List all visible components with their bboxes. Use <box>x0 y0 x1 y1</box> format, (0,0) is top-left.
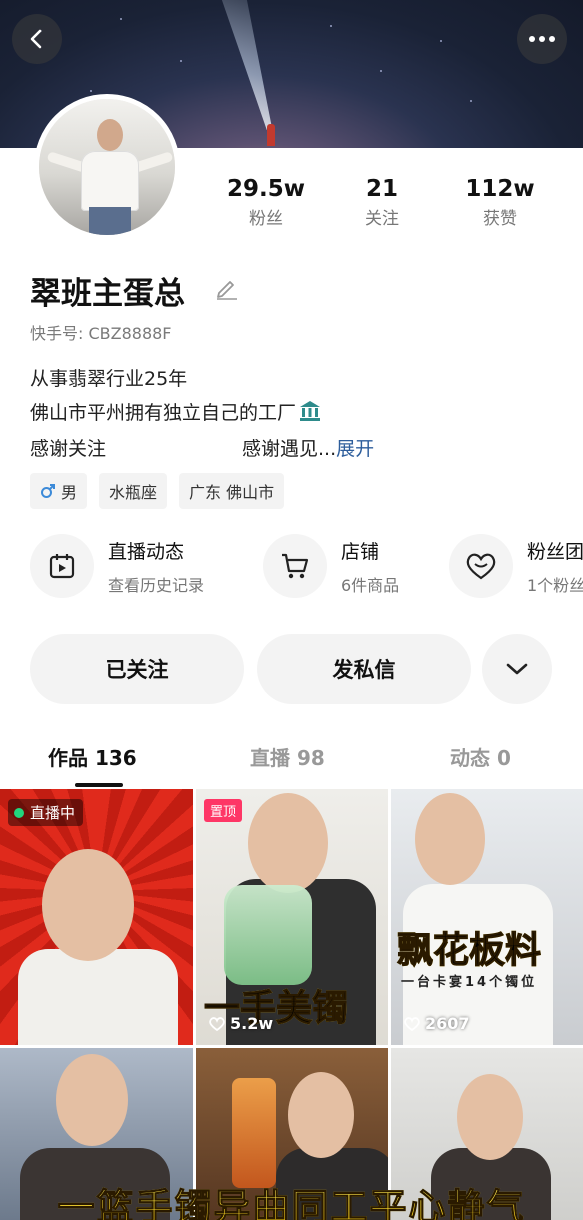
stat-label: 关注 <box>365 209 399 229</box>
bio-text: 佛山市平州拥有独立自己的工厂 <box>30 402 297 424</box>
service-title: 直播动态 <box>108 540 185 563</box>
stat-followers[interactable]: 29.5w 粉丝 <box>210 176 322 229</box>
heart-outline-icon <box>404 1016 420 1031</box>
tag-gender: 男 <box>30 473 88 509</box>
expand-link[interactable]: 展开 <box>336 438 374 460</box>
service-fan-club[interactable]: 粉丝团 1个粉丝 <box>449 534 583 598</box>
profile-name: 翠班主蛋总 <box>30 276 185 312</box>
tab-works[interactable]: 作品 136 <box>48 742 137 771</box>
tag-label: 广东 佛山市 <box>189 483 275 502</box>
stat-value: 29.5w <box>227 176 305 202</box>
chevron-left-icon <box>30 29 42 49</box>
service-subtitle: 6件商品 <box>341 575 400 595</box>
male-icon <box>41 484 55 498</box>
back-button[interactable] <box>12 14 62 64</box>
profile-tags: 男 水瓶座 广东 佛山市 <box>30 473 285 509</box>
video-grid: 直播中 置顶 一手美镯 5.2w 飘花板料 一台卡宴14个镯位 2607 <box>0 789 583 1220</box>
tag-zodiac: 水瓶座 <box>99 473 168 509</box>
tab-indicator <box>75 783 123 787</box>
live-dot-icon <box>14 807 24 818</box>
pencil-icon[interactable] <box>214 274 240 300</box>
video-card[interactable]: 飘花板料 一台卡宴14个镯位 2607 <box>391 789 583 1045</box>
message-button[interactable]: 发私信 <box>257 634 471 704</box>
tag-label: 水瓶座 <box>109 483 158 502</box>
service-subtitle: 查看历史记录 <box>108 575 205 595</box>
stat-label: 粉丝 <box>249 209 283 229</box>
stat-label: 获赞 <box>483 209 517 229</box>
bio-text: 感谢遇见... <box>242 438 337 460</box>
service-live-history[interactable]: 直播动态 查看历史记录 <box>30 534 204 598</box>
bio-line: 从事翡翠行业25年 <box>30 368 188 390</box>
service-shop[interactable]: 店铺 6件商品 <box>263 534 399 598</box>
bank-icon <box>298 400 322 427</box>
service-title: 店铺 <box>341 540 380 563</box>
like-count-value: 5.2w <box>230 1014 274 1033</box>
more-dots-icon <box>529 36 555 42</box>
avatar[interactable] <box>34 94 180 240</box>
user-id[interactable]: 快手号: CBZ8888F <box>30 320 172 344</box>
video-card[interactable]: 直播中 <box>0 789 193 1045</box>
like-count: 5.2w <box>208 1014 273 1033</box>
follow-button[interactable]: 已关注 <box>30 634 244 704</box>
chevron-down-icon <box>506 663 528 675</box>
tag-location: 广东 佛山市 <box>179 473 285 509</box>
tab-dynamic[interactable]: 动态 0 <box>450 742 511 771</box>
service-subtitle: 1个粉丝 <box>527 575 583 595</box>
pinned-badge: 置顶 <box>204 799 243 822</box>
stat-likes[interactable]: 112w 获赞 <box>442 176 558 229</box>
service-row: 直播动态 查看历史记录 店铺 6件商品 粉丝团 1个粉丝 <box>30 534 583 606</box>
calendar-play-icon <box>49 554 75 579</box>
more-button[interactable] <box>517 14 567 64</box>
dropdown-button[interactable] <box>482 634 552 704</box>
bio-line: 佛山市平州拥有独立自己的工厂 <box>30 398 322 427</box>
heart-outline-icon <box>209 1016 225 1031</box>
service-title: 粉丝团 <box>527 540 583 563</box>
profile-stats: 29.5w 粉丝 21 关注 112w 获赞 <box>210 176 583 229</box>
bio-line: 感谢关注 <box>30 438 107 460</box>
stat-value: 21 <box>365 176 398 202</box>
stat-value: 112w <box>465 176 535 202</box>
cart-icon <box>282 553 309 579</box>
tag-label: 男 <box>61 483 78 502</box>
live-badge-label: 直播中 <box>30 804 76 822</box>
bio-line: 感谢遇见...展开 <box>242 434 374 461</box>
stat-following[interactable]: 21 关注 <box>322 176 442 229</box>
video-card[interactable]: 置顶 一手美镯 5.2w <box>196 789 388 1045</box>
video-caption: 一篮手镯异曲同工平心静气 <box>0 1177 583 1220</box>
heart-badge-icon <box>466 553 496 580</box>
tab-live[interactable]: 直播 98 <box>250 742 325 771</box>
live-badge: 直播中 <box>8 799 84 826</box>
video-subcaption: 一台卡宴14个镯位 <box>401 975 538 990</box>
like-count-value: 2607 <box>425 1014 470 1033</box>
video-caption: 飘花板料 <box>396 921 541 973</box>
like-count: 2607 <box>403 1014 470 1033</box>
